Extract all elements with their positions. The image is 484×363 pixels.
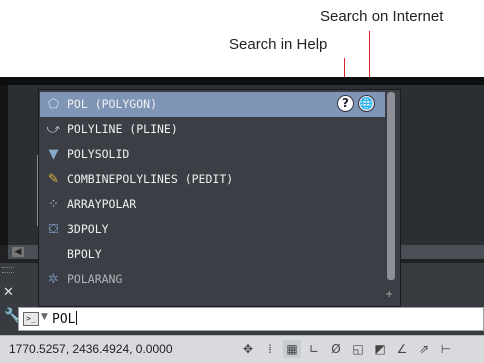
autocomplete-item-label: ARRAYPOLAR [67, 197, 137, 211]
scroll-left-icon[interactable]: ◀ [12, 247, 24, 257]
polysolid-icon: ▼ [48, 147, 59, 162]
command-line[interactable]: >_ ▼ POL [18, 307, 484, 331]
autocomplete-item[interactable]: ⛋ 3DPOLY [40, 217, 385, 242]
callout-search-internet: Search on Internet [320, 8, 444, 25]
autocomplete-item-label: 3DPOLY [67, 222, 109, 236]
autocomplete-list: ⬠ POL (POLYGON)? 🌐 ⤻ POLYLINE (PLINE) ▼ POLYSO… [38, 89, 401, 307]
left-edge [0, 85, 8, 245]
autocomplete-item[interactable]: ⤻ POLYLINE (PLINE) [40, 117, 385, 142]
system-variable-icon: ✲ [48, 272, 59, 287]
autocomplete-item-label: BPOLY [67, 247, 102, 261]
dropdown-caret-icon[interactable]: ▼ [41, 312, 48, 322]
pedit-icon: ✎ [48, 172, 59, 187]
command-prompt-icon[interactable]: >_ [23, 312, 39, 326]
coordinates-readout: 1770.5257, 2436.4924, 0.0000 [9, 342, 173, 356]
autocomplete-item[interactable]: BPOLY [40, 242, 385, 267]
ortho-icon[interactable]: ∟ [305, 340, 323, 358]
object-snap-icon[interactable]: ◱ [349, 340, 367, 358]
help-icon[interactable]: ? [337, 95, 354, 112]
title-bar [0, 77, 484, 85]
autocomplete-item[interactable]: ⁘ ARRAYPOLAR [40, 192, 385, 217]
autocomplete-item-label: POLYLINE (PLINE) [67, 122, 178, 136]
autocomplete-item[interactable]: ✎ COMBINEPOLYLINES (PEDIT) [40, 167, 385, 192]
polar-icon[interactable]: Ø [327, 340, 345, 358]
polygon-icon: ⬠ [47, 97, 60, 112]
grid-icon[interactable]: ▦ [283, 340, 301, 358]
autocomplete-item[interactable]: ▼ POLYSOLID [40, 142, 385, 167]
array-polar-icon: ⁘ [48, 197, 59, 212]
polyline-icon: ⤻ [46, 122, 61, 137]
callout-search-help: Search in Help [229, 36, 328, 53]
autocomplete-item[interactable]: ✲ POLARANG [40, 267, 385, 292]
snap-icon[interactable]: ⁞ [261, 340, 279, 358]
dynamic-ucs-icon[interactable]: ∠ [393, 340, 411, 358]
close-icon[interactable]: ✕ [3, 285, 14, 300]
autocomplete-item-label: COMBINEPOLYLINES (PEDIT) [67, 172, 234, 186]
autocomplete-item-label: POL (POLYGON) [67, 97, 158, 111]
panel-grip-icon[interactable] [2, 267, 14, 273]
dynamic-input-icon[interactable]: ⇗ [415, 340, 433, 358]
status-bar: 1770.5257, 2436.4924, 0.0000 ✥ ⁞ ▦ ∟ Ø ◱ ◩ ∠ ⇗ ⊢ [0, 335, 484, 363]
command-input[interactable]: POL [52, 311, 77, 327]
autocomplete-item-label: POLARANG [67, 272, 123, 286]
model-space-icon[interactable]: ✥ [239, 340, 257, 358]
autocomplete-scrollbar[interactable] [387, 92, 395, 280]
autocomplete-item[interactable]: ⬠ POL (POLYGON)? 🌐 [40, 92, 385, 117]
object-tracking-icon[interactable]: ◩ [371, 340, 389, 358]
plus-icon: + [385, 289, 394, 300]
autocomplete-item-label: POLYSOLID [67, 147, 130, 161]
lineweight-icon[interactable]: ⊢ [437, 340, 455, 358]
3dpoly-icon: ⛋ [48, 222, 59, 237]
globe-icon[interactable]: 🌐 [358, 95, 375, 112]
